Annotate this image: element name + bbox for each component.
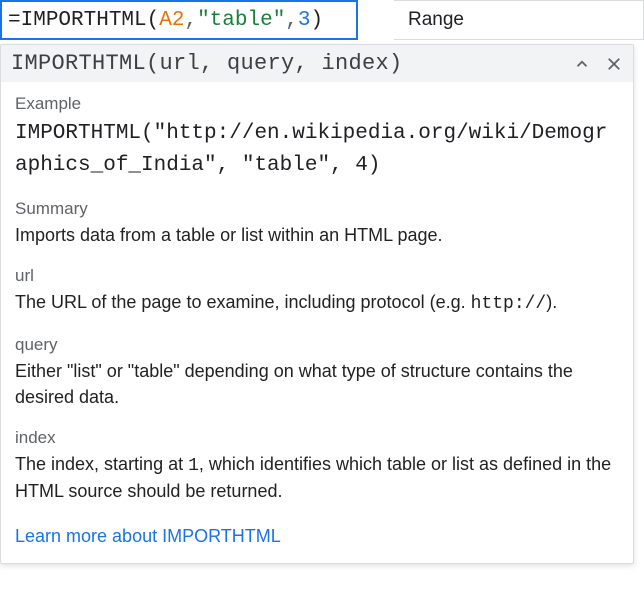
close-icon (605, 55, 623, 73)
top-row: =IMPORTHTML(A2,"table",3) Range (0, 0, 644, 40)
collapse-button[interactable] (573, 55, 591, 73)
close-button[interactable] (605, 55, 623, 73)
param-index-code: 1 (188, 456, 199, 476)
param-url-text: The URL of the page to examine, includin… (15, 290, 619, 317)
param-url-code: http:// (471, 294, 547, 314)
param-query-label: query (15, 335, 619, 355)
param-url-text-part1: The URL of the page to examine, includin… (15, 292, 471, 312)
formula-arg-url: A2 (159, 9, 184, 32)
formula-eq: = (8, 9, 21, 32)
param-query-text: Either "list" or "table" depending on wh… (15, 359, 619, 409)
function-help-tooltip: IMPORTHTML(url, query, index) Example IM… (0, 44, 634, 564)
formula-close-paren: ) (311, 9, 324, 32)
formula-input-cell[interactable]: =IMPORTHTML(A2,"table",3) (0, 0, 358, 40)
learn-more-link[interactable]: Learn more about IMPORTHTML (15, 526, 281, 547)
adjacent-cell[interactable]: Range (394, 0, 644, 40)
adjacent-cell-text: Range (408, 9, 464, 31)
function-signature: IMPORTHTML(url, query, index) (11, 51, 565, 76)
tooltip-header: IMPORTHTML(url, query, index) (1, 45, 633, 82)
chevron-up-icon (573, 55, 591, 73)
param-url-label: url (15, 266, 619, 286)
tooltip-controls (573, 55, 623, 73)
formula-function-name: IMPORTHTML (21, 9, 147, 32)
formula-arg-query: "table" (197, 9, 285, 32)
tooltip-body: Example IMPORTHTML("http://en.wikipedia.… (1, 82, 633, 563)
formula-open-paren: ( (147, 9, 160, 32)
param-index-label: index (15, 428, 619, 448)
example-label: Example (15, 94, 619, 114)
summary-text: Imports data from a table or list within… (15, 223, 619, 248)
param-url-text-part2: ). (546, 292, 557, 312)
example-code: IMPORTHTML("http://en.wikipedia.org/wiki… (15, 118, 619, 181)
summary-label: Summary (15, 199, 619, 219)
formula-arg-index: 3 (298, 9, 311, 32)
formula-comma: , (184, 9, 197, 32)
formula-comma: , (285, 9, 298, 32)
param-index-text-part1: The index, starting at (15, 454, 188, 474)
param-index-text: The index, starting at 1, which identifi… (15, 452, 619, 504)
